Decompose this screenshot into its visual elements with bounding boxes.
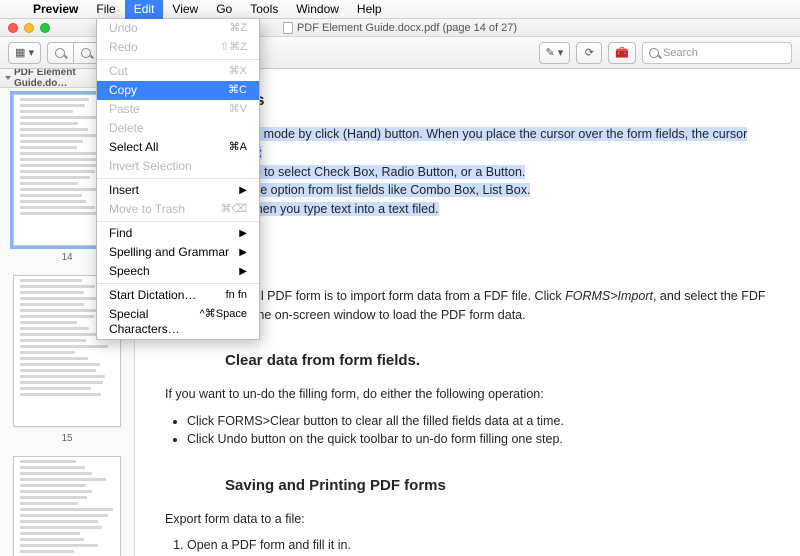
zoom-out-button[interactable] [47, 42, 73, 64]
view-mode-button[interactable]: ▦ ▾ [8, 42, 41, 64]
menu-copy[interactable]: Copy⌘C [97, 81, 259, 100]
search-placeholder: Search [663, 47, 698, 59]
menu-find[interactable]: Find▶ [97, 224, 259, 243]
chevron-right-icon: ▶ [239, 226, 247, 241]
menu-cut[interactable]: Cut⌘X [97, 62, 259, 81]
page-thumbnail[interactable] [13, 456, 121, 556]
menu-insert[interactable]: Insert▶ [97, 181, 259, 200]
search-input[interactable]: Search [642, 42, 792, 64]
menu-tools[interactable]: Tools [241, 0, 287, 19]
rotate-button[interactable]: ⟳ [576, 42, 602, 64]
menu-speech[interactable]: Speech▶ [97, 262, 259, 281]
markup-button[interactable]: 🧰 [608, 42, 636, 64]
chevron-right-icon: ▶ [239, 183, 247, 198]
list-item: Click FORMS>Clear button to clear all th… [187, 412, 770, 431]
menu-view[interactable]: View [163, 0, 207, 19]
menu-file[interactable]: File [87, 0, 124, 19]
body-text: Export form data to a file: [165, 510, 770, 529]
menu-move-to-trash[interactable]: Move to Trash⌘⌫ [97, 200, 259, 219]
list-item: Open a PDF form and fill it in. [187, 536, 770, 555]
maximize-icon[interactable] [40, 23, 50, 33]
chevron-right-icon: ▶ [239, 245, 247, 260]
heading: Saving and Printing PDF forms [225, 475, 770, 498]
search-icon [649, 48, 659, 58]
menu-bar: Preview File Edit View Go Tools Window H… [0, 0, 800, 19]
zoom-in-icon [81, 48, 91, 58]
list-item: Click Undo button on the quick toolbar t… [187, 430, 770, 449]
menu-special-characters[interactable]: Special Characters…^⌘Space [97, 305, 259, 339]
disclosure-triangle-icon [5, 76, 11, 80]
menu-edit[interactable]: Edit [125, 0, 164, 19]
document-title: PDF Element Guide.docx.pdf (page 14 of 2… [297, 22, 517, 34]
menu-paste[interactable]: Paste⌘V [97, 100, 259, 119]
close-icon[interactable] [8, 23, 18, 33]
document-icon [283, 22, 293, 34]
menu-window[interactable]: Window [287, 0, 348, 19]
menu-start-dictation[interactable]: Start Dictation…fn fn [97, 286, 259, 305]
zoom-out-icon [55, 48, 65, 58]
edit-dropdown: Undo⌘Z Redo⇧⌘Z Cut⌘X Copy⌘C Paste⌘V Dele… [96, 19, 260, 340]
menu-help[interactable]: Help [348, 0, 391, 19]
thumbnail-label: 14 [61, 252, 72, 263]
menu-app[interactable]: Preview [24, 0, 87, 19]
body-text: If you want to un-do the filling form, d… [165, 385, 770, 404]
chevron-right-icon: ▶ [239, 264, 247, 279]
menu-undo[interactable]: Undo⌘Z [97, 19, 259, 38]
minimize-icon[interactable] [24, 23, 34, 33]
menu-go[interactable]: Go [207, 0, 241, 19]
menu-select-all[interactable]: Select All⌘A [97, 138, 259, 157]
heading: Clear data from form fields. [225, 350, 770, 373]
menu-invert-selection[interactable]: Invert Selection [97, 157, 259, 176]
menu-delete[interactable]: Delete [97, 119, 259, 138]
thumbnail-label: 15 [61, 433, 72, 444]
highlight-button[interactable]: ✎ ▾ [539, 42, 571, 64]
menu-redo[interactable]: Redo⇧⌘Z [97, 38, 259, 57]
menu-spelling[interactable]: Spelling and Grammar▶ [97, 243, 259, 262]
